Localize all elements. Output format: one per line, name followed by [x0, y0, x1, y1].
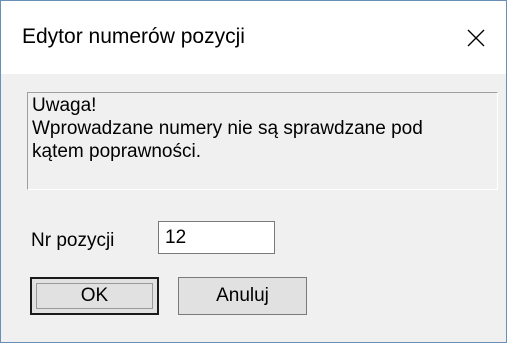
- position-number-label: Nr pozycji: [31, 230, 115, 251]
- cancel-button[interactable]: Anuluj: [178, 277, 307, 315]
- dialog-body: Uwaga! Wprowadzane numery nie są sprawdz…: [1, 74, 506, 342]
- warning-notice-box: Uwaga! Wprowadzane numery nie są sprawdz…: [27, 92, 498, 190]
- notice-line-message-cont: kątem poprawności.: [32, 141, 201, 162]
- notice-line-message: Wprowadzane numery nie są sprawdzane pod: [32, 118, 423, 139]
- close-button[interactable]: [453, 18, 499, 58]
- title-bar[interactable]: Edytor numerów pozycji: [1, 1, 506, 74]
- ok-button[interactable]: OK: [30, 277, 159, 315]
- notice-line-heading: Uwaga!: [32, 95, 97, 116]
- position-number-input[interactable]: [158, 221, 275, 254]
- window-title: Edytor numerów pozycji: [22, 25, 245, 48]
- ok-button-label: OK: [80, 285, 109, 306]
- dialog-window: Edytor numerów pozycji Uwaga! Wprowadzan…: [0, 0, 507, 343]
- close-icon: [467, 29, 485, 47]
- cancel-button-label: Anuluj: [216, 285, 269, 306]
